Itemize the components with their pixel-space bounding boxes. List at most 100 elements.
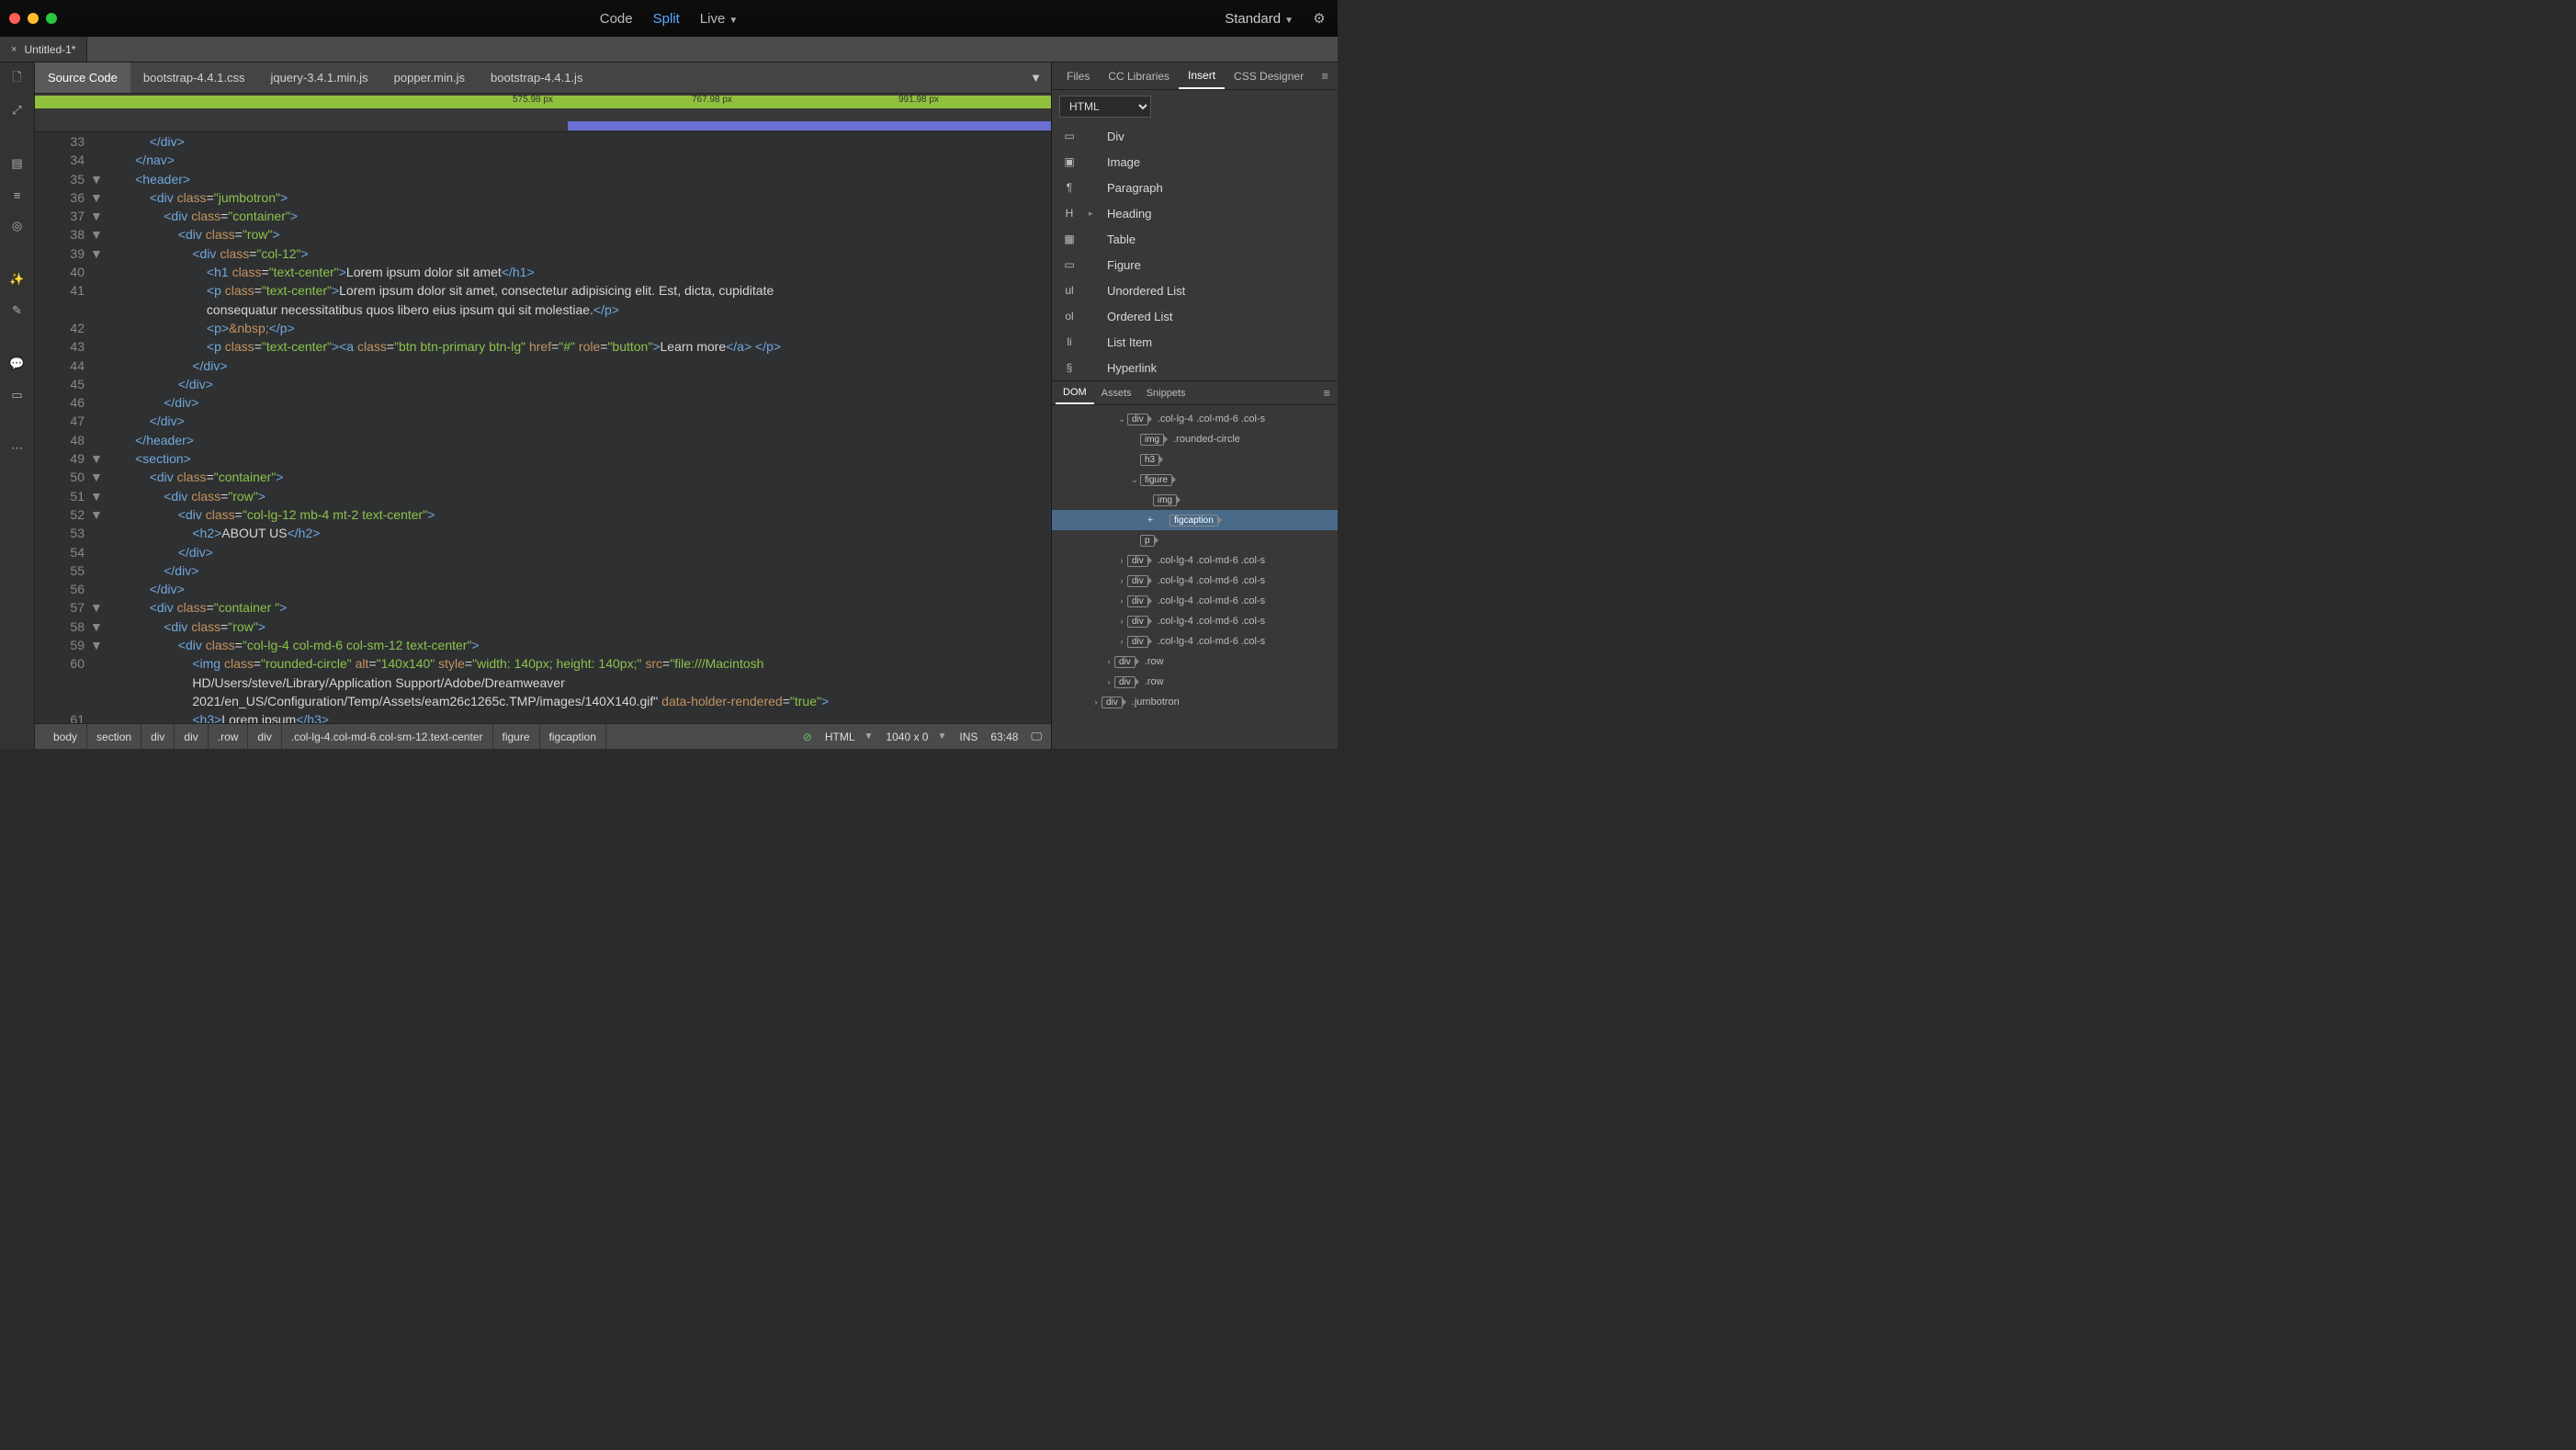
- breadcrumb-item[interactable]: div: [248, 724, 281, 749]
- panel-tab[interactable]: CC Libraries: [1099, 62, 1179, 89]
- code-line[interactable]: 43 <p class="text-center"><a class="btn …: [35, 337, 1051, 356]
- related-file-tab[interactable]: jquery-3.4.1.min.js: [257, 62, 380, 93]
- panel-menu-icon[interactable]: ≡: [1317, 69, 1332, 83]
- code-line[interactable]: 51▼ <div class="row">: [35, 487, 1051, 505]
- code-line[interactable]: 33 </div>: [35, 132, 1051, 151]
- related-file-tab[interactable]: bootstrap-4.4.1.js: [478, 62, 595, 93]
- breadcrumb-item[interactable]: .row: [209, 724, 249, 749]
- code-line[interactable]: 2021/en_US/Configuration/Temp/Assets/eam…: [35, 692, 1051, 710]
- twisty-icon[interactable]: ⌄: [1129, 475, 1140, 485]
- dom-panel-tab[interactable]: Assets: [1094, 381, 1139, 404]
- minimize-window-button[interactable]: [28, 13, 39, 24]
- insert-item[interactable]: ▭Div: [1052, 123, 1338, 149]
- code-line[interactable]: 56 </div>: [35, 580, 1051, 598]
- code-line[interactable]: consequatur necessitatibus quos libero e…: [35, 300, 1051, 319]
- code-line[interactable]: HD/Users/steve/Library/Application Suppo…: [35, 674, 1051, 692]
- twisty-icon[interactable]: ›: [1116, 617, 1127, 626]
- breadcrumb-item[interactable]: div: [175, 724, 208, 749]
- dom-node[interactable]: ›div.row: [1052, 672, 1338, 692]
- comment-icon[interactable]: 💬: [8, 355, 27, 373]
- dom-node[interactable]: h3: [1052, 449, 1338, 470]
- twisty-icon[interactable]: ›: [1116, 576, 1127, 585]
- dom-node[interactable]: ›div.col-lg-4 .col-md-6 .col-s: [1052, 591, 1338, 611]
- breadcrumb-item[interactable]: section: [87, 724, 141, 749]
- insert-item[interactable]: olOrdered List: [1052, 303, 1338, 329]
- twisty-icon[interactable]: ›: [1116, 556, 1127, 565]
- insert-item[interactable]: H▸Heading: [1052, 200, 1338, 226]
- code-line[interactable]: 58▼ <div class="row">: [35, 617, 1051, 636]
- inspect-icon[interactable]: ▭: [8, 386, 27, 404]
- insert-item[interactable]: ▭Figure: [1052, 252, 1338, 278]
- code-line[interactable]: 39▼ <div class="col-12">: [35, 244, 1051, 263]
- dom-node[interactable]: ›div.jumbotron: [1052, 692, 1338, 712]
- dom-panel-tab[interactable]: DOM: [1056, 381, 1094, 404]
- dom-node[interactable]: ›div.row: [1052, 651, 1338, 672]
- code-line[interactable]: 49▼ <section>: [35, 449, 1051, 468]
- twisty-icon[interactable]: ›: [1103, 657, 1114, 666]
- code-line[interactable]: 34 </nav>: [35, 151, 1051, 169]
- breadcrumb-item[interactable]: figcaption: [540, 724, 606, 749]
- viewport-size[interactable]: 1040 x 0 ▼: [886, 731, 946, 743]
- dom-node[interactable]: +figcaption: [1052, 510, 1338, 530]
- breadcrumb-item[interactable]: body: [44, 724, 87, 749]
- more-icon[interactable]: ⋯: [8, 439, 27, 458]
- live-view-tab[interactable]: Live▼: [700, 11, 738, 27]
- code-line[interactable]: 40 <h1 class="text-center">Lorem ipsum d…: [35, 263, 1051, 281]
- code-line[interactable]: 35▼ <header>: [35, 170, 1051, 188]
- wand-icon[interactable]: ✨: [8, 270, 27, 289]
- insert-item[interactable]: ulUnordered List: [1052, 278, 1338, 303]
- dom-node[interactable]: ⌄figure: [1052, 470, 1338, 490]
- related-file-tab[interactable]: bootstrap-4.4.1.css: [130, 62, 258, 93]
- breadcrumb-item[interactable]: figure: [493, 724, 540, 749]
- related-file-tab[interactable]: Source Code: [35, 62, 130, 93]
- breadcrumb-item[interactable]: .col-lg-4.col-md-6.col-sm-12.text-center: [282, 724, 493, 749]
- settings-icon[interactable]: ⚙: [1310, 9, 1328, 28]
- file-manage-icon[interactable]: 🗋: [8, 70, 27, 88]
- dom-tree[interactable]: ⌄div.col-lg-4 .col-md-6 .col-simg.rounde…: [1052, 405, 1338, 749]
- insert-item[interactable]: §Hyperlink: [1052, 355, 1338, 380]
- list-icon[interactable]: ≡: [8, 186, 27, 204]
- dom-node[interactable]: ›div.col-lg-4 .col-md-6 .col-s: [1052, 611, 1338, 631]
- dom-node[interactable]: p: [1052, 530, 1338, 550]
- dom-node[interactable]: ›div.col-lg-4 .col-md-6 .col-s: [1052, 550, 1338, 571]
- code-line[interactable]: 41 <p class="text-center">Lorem ipsum do…: [35, 281, 1051, 300]
- workspace-switcher[interactable]: Standard▼: [1225, 11, 1294, 27]
- insert-item[interactable]: ¶Paragraph: [1052, 175, 1338, 200]
- close-tab-icon[interactable]: ×: [11, 44, 17, 55]
- extract-icon[interactable]: ▤: [8, 154, 27, 173]
- pen-icon[interactable]: ✎: [8, 301, 27, 320]
- code-line[interactable]: 45 </div>: [35, 375, 1051, 393]
- dom-node[interactable]: img: [1052, 490, 1338, 510]
- dom-node[interactable]: ›div.col-lg-4 .col-md-6 .col-s: [1052, 631, 1338, 651]
- code-line[interactable]: 44 </div>: [35, 357, 1051, 375]
- insert-item[interactable]: ▣Image: [1052, 149, 1338, 175]
- twisty-icon[interactable]: ›: [1116, 596, 1127, 606]
- code-line[interactable]: 37▼ <div class="container">: [35, 207, 1051, 225]
- dom-node[interactable]: ›div.col-lg-4 .col-md-6 .col-s: [1052, 571, 1338, 591]
- twisty-icon[interactable]: ›: [1103, 677, 1114, 686]
- code-line[interactable]: 61 <h3>Lorem ipsum</h3>: [35, 710, 1051, 723]
- insert-category-select[interactable]: HTML: [1059, 96, 1151, 118]
- code-line[interactable]: 53 <h2>ABOUT US</h2>: [35, 524, 1051, 542]
- target-icon[interactable]: ◎: [8, 217, 27, 235]
- dom-node[interactable]: img.rounded-circle: [1052, 429, 1338, 449]
- code-view-tab[interactable]: Code: [600, 11, 633, 27]
- expand-icon[interactable]: ⤢: [8, 101, 27, 119]
- close-window-button[interactable]: [9, 13, 20, 24]
- zoom-window-button[interactable]: [46, 13, 57, 24]
- code-line[interactable]: 46 </div>: [35, 393, 1051, 412]
- add-node-icon[interactable]: +: [1142, 515, 1158, 526]
- related-file-tab[interactable]: popper.min.js: [381, 62, 478, 93]
- insert-item[interactable]: liList Item: [1052, 329, 1338, 355]
- filter-icon[interactable]: ▼: [1030, 71, 1042, 85]
- document-tab[interactable]: × Untitled-1*: [0, 37, 87, 62]
- split-view-tab[interactable]: Split: [653, 11, 680, 27]
- twisty-icon[interactable]: ›: [1090, 697, 1102, 707]
- dom-node[interactable]: ⌄div.col-lg-4 .col-md-6 .col-s: [1052, 409, 1338, 429]
- preview-icon[interactable]: 🖵: [1031, 730, 1042, 743]
- code-editor[interactable]: 33 </div>34 </nav>35▼ <header>36▼ <div c…: [35, 132, 1051, 723]
- code-line[interactable]: 36▼ <div class="jumbotron">: [35, 188, 1051, 207]
- twisty-icon[interactable]: ⌄: [1116, 414, 1127, 425]
- code-line[interactable]: 50▼ <div class="container">: [35, 468, 1051, 486]
- language-selector[interactable]: HTML ▼: [825, 731, 874, 743]
